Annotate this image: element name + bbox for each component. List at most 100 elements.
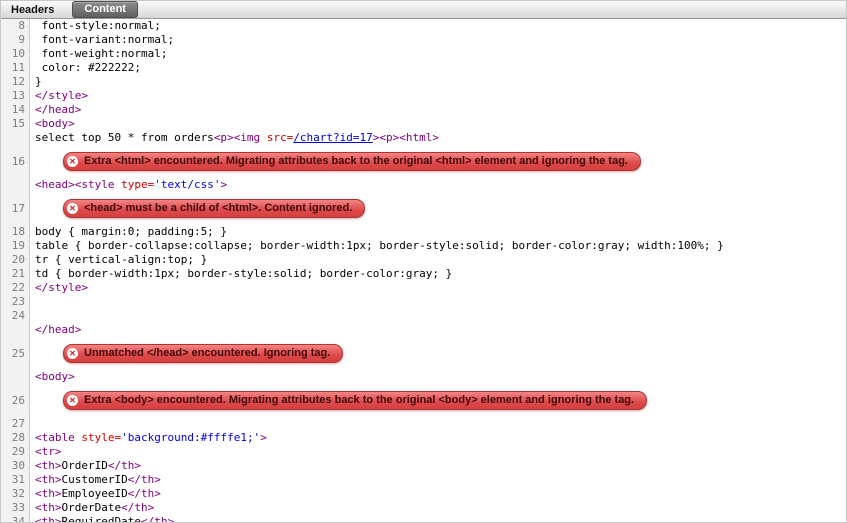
error-x-icon: ✕ xyxy=(67,202,78,214)
code-token: </th> xyxy=(107,459,141,472)
code-line: <th>EmployeeID</th> xyxy=(30,487,846,501)
code-row: 26 ✕ Extra <body> encountered. Migrating a… xyxy=(1,384,846,417)
line-number: 9 xyxy=(18,33,25,46)
code-row: 20 tr { vertical-align:top; } xyxy=(1,253,846,267)
code-token: font-style:normal; xyxy=(35,19,161,32)
code-line: table { border-collapse:collapse; border… xyxy=(30,239,846,253)
code-row: 17 ✕ <head> must be a child of <html>. Con… xyxy=(1,192,846,225)
error-line: ✕ <head> must be a child of <html>. Conte… xyxy=(30,199,846,218)
line-number: 33 xyxy=(11,501,25,514)
line-number xyxy=(1,370,30,384)
line-number: 25 xyxy=(11,346,25,360)
error-pill: ✕ <head> must be a child of <html>. Conte… xyxy=(63,199,366,218)
line-number: 30 xyxy=(11,459,25,472)
tab-content[interactable]: Content xyxy=(72,1,138,18)
code-token: </th> xyxy=(140,515,175,522)
code-line: body { margin:0; padding:5; } xyxy=(30,225,846,239)
code-line: color: #222222; xyxy=(30,61,846,75)
code-token: body { margin:0; padding:5; } xyxy=(35,225,228,238)
code-row: 31 <th>CustomerID</th> xyxy=(1,473,846,487)
code-token: <img xyxy=(233,131,267,144)
code-token: 'text/css' xyxy=(154,178,221,191)
code-token: EmployeeID xyxy=(61,487,128,500)
code-row: 29 <tr> xyxy=(1,445,846,459)
code-token: </style> xyxy=(35,89,88,102)
line-number: 24 xyxy=(11,309,25,322)
code-token: <th> xyxy=(35,487,62,500)
line-number: 12 xyxy=(11,75,25,88)
code-row: 27 xyxy=(1,417,846,431)
code-token: <th> xyxy=(35,473,62,486)
code-row: 33 <th>OrderDate</th> xyxy=(1,501,846,515)
code-token: <p> xyxy=(379,131,400,144)
line-number: 28 xyxy=(11,431,25,444)
code-row: 16 ✕ Extra <html> encountered. Migrating a… xyxy=(1,145,846,178)
code-token: <th> xyxy=(35,515,62,522)
code-token: 'background:#ffffe1;' xyxy=(121,431,261,444)
code-token: RequiredDate xyxy=(61,515,141,522)
line-number xyxy=(1,323,30,337)
line-number: 27 xyxy=(11,417,25,430)
code-line: <th>CustomerID</th> xyxy=(30,473,846,487)
line-number xyxy=(1,131,30,145)
line-number: 34 xyxy=(11,515,25,522)
code-line: <th>OrderDate</th> xyxy=(30,501,846,515)
code-row: 10 font-weight:normal; xyxy=(1,47,846,61)
error-text: Unmatched </head> encountered. Ignoring … xyxy=(84,347,331,359)
line-number: 21 xyxy=(11,267,25,280)
code-row: 19 table { border-collapse:collapse; bord… xyxy=(1,239,846,253)
tab-bar: Headers Content xyxy=(1,1,846,19)
line-number: 8 xyxy=(18,19,25,32)
line-number: 13 xyxy=(11,89,25,102)
error-x-icon: ✕ xyxy=(67,394,78,406)
code-line: </head> xyxy=(30,103,846,117)
line-number: 29 xyxy=(11,445,25,458)
code-row: 34 <th>RequiredDate</th> xyxy=(1,515,846,522)
code-token: style= xyxy=(81,431,122,444)
line-number: 23 xyxy=(11,295,25,308)
code-line: <th>OrderID</th> xyxy=(30,459,846,473)
code-row: </head> xyxy=(1,323,846,337)
code-line: <body> xyxy=(30,370,846,384)
code-line: <th>RequiredDate</th> xyxy=(30,515,846,522)
code-line: tr { vertical-align:top; } xyxy=(30,253,846,267)
error-text: <head> must be a child of <html>. Conten… xyxy=(84,202,353,214)
line-number: 16 xyxy=(11,154,25,168)
error-text: Extra <body> encountered. Migrating attr… xyxy=(84,394,635,406)
error-text: Extra <html> encountered. Migrating attr… xyxy=(84,155,628,167)
code-token: <tr> xyxy=(35,445,62,458)
chart-link[interactable]: /chart?id=17 xyxy=(293,131,372,144)
code-row: 12} xyxy=(1,75,846,89)
code-line: td { border-width:1px; border-style:soli… xyxy=(30,267,846,281)
code-token: OrderDate xyxy=(61,501,122,514)
code-token: <table xyxy=(35,431,82,444)
code-token: td { border-width:1px; border-style:soli… xyxy=(35,267,453,280)
error-line: ✕ Extra <html> encountered. Migrating att… xyxy=(30,152,846,171)
error-line: ✕ Extra <body> encountered. Migrating att… xyxy=(30,391,846,410)
line-number: 18 xyxy=(11,225,25,238)
code-line: font-weight:normal; xyxy=(30,47,846,61)
code-token: <p> xyxy=(213,131,234,144)
code-row: 8 font-style:normal; xyxy=(1,19,846,33)
code-row: 25 ✕ Unmatched </head> encountered. Ignori… xyxy=(1,337,846,370)
code-token: OrderID xyxy=(61,459,108,472)
code-row: 23 xyxy=(1,295,846,309)
error-pill: ✕ Extra <html> encountered. Migrating att… xyxy=(63,152,641,171)
code-token: font-variant:normal; xyxy=(35,33,175,46)
code-rows: 8 font-style:normal; 9 font-variant:norma… xyxy=(1,19,846,522)
code-token: </head> xyxy=(35,323,82,336)
error-pill: ✕ Unmatched </head> encountered. Ignoring… xyxy=(63,344,344,363)
code-token: <th> xyxy=(35,501,62,514)
error-x-icon: ✕ xyxy=(67,347,78,359)
code-token: src= xyxy=(266,131,294,144)
code-line: <table style='background:#ffffe1;'> xyxy=(30,431,846,445)
code-view: 8 font-style:normal; 9 font-variant:norma… xyxy=(1,19,846,522)
tab-headers[interactable]: Headers xyxy=(9,4,56,16)
error-pill: ✕ Extra <body> encountered. Migrating att… xyxy=(63,391,648,410)
code-token: </th> xyxy=(127,487,161,500)
code-token: } xyxy=(35,75,42,88)
code-line: font-variant:normal; xyxy=(30,33,846,47)
line-number: 11 xyxy=(11,61,25,74)
code-token: </head> xyxy=(35,103,82,116)
